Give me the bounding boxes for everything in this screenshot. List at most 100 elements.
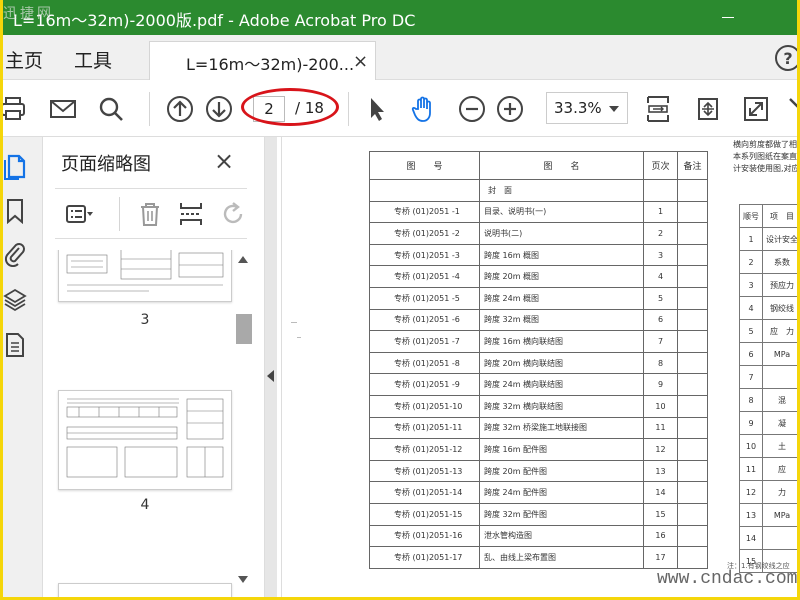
- table-row: 1 设计安全: [739, 227, 797, 251]
- drawing-index-table: 图 号 图 名 页次 备注 封 面专桥 (01)2051 -1 目录、说明书(一)…: [369, 151, 708, 569]
- side-row-no: 10: [739, 434, 763, 458]
- print-icon[interactable]: [3, 94, 29, 124]
- header-drawing-no: 图 号: [369, 151, 480, 180]
- table-row: 2 系数: [739, 250, 797, 274]
- document-tab-close-icon[interactable]: ×: [353, 51, 368, 72]
- row-page: 7: [643, 330, 678, 353]
- header-remarks: 备注: [677, 151, 708, 180]
- left-navigation-rail: [3, 137, 43, 597]
- previous-page-icon[interactable]: [165, 94, 195, 124]
- attachment-icon[interactable]: [3, 240, 27, 268]
- tools-tab[interactable]: 工具: [74, 46, 112, 73]
- email-icon[interactable]: [48, 94, 78, 124]
- row-remark: [677, 524, 708, 548]
- table-row: 4 钢绞线: [739, 296, 797, 320]
- row-drawing-name: 跨度 20m 横向联结图: [479, 351, 644, 375]
- minimize-button[interactable]: [705, 0, 751, 35]
- more-tools-icon[interactable]: [783, 94, 797, 124]
- table-row: 11 应: [739, 457, 797, 481]
- scrollbar-handle[interactable]: [236, 314, 252, 344]
- thumbnail-options-icon[interactable]: [63, 200, 95, 228]
- side-row-item: 应: [762, 457, 797, 481]
- row-drawing-no: 专桥 (01)2051 -6: [369, 308, 480, 332]
- table-row: 封 面: [369, 179, 708, 202]
- row-drawing-no: 专桥 (01)2051-15: [369, 502, 480, 526]
- header-drawing-name: 图 名: [479, 151, 644, 180]
- side-row-item: MPa: [762, 342, 797, 366]
- scrolling-mode-icon[interactable]: [693, 94, 723, 124]
- row-drawing-no: 专桥 (01)2051 -7: [369, 330, 480, 353]
- page-thumbnails-icon[interactable]: [3, 153, 27, 181]
- help-icon[interactable]: ?: [775, 45, 797, 71]
- layers-icon[interactable]: [3, 286, 27, 314]
- document-view[interactable]: 图 号 图 名 页次 备注 封 面专桥 (01)2051 -1 目录、说明书(一)…: [277, 137, 797, 597]
- title-bar: L=16m～32m)-2000版.pdf - Adobe Acrobat Pro…: [3, 0, 797, 35]
- panel-close-icon[interactable]: ×: [214, 147, 234, 175]
- zoom-select[interactable]: 33.3%: [546, 92, 628, 124]
- row-remark: [677, 286, 708, 310]
- row-remark: [677, 308, 708, 332]
- page-thumbnail-3[interactable]: [58, 250, 232, 302]
- table-row: 3 预应力: [739, 273, 797, 297]
- row-page: [643, 179, 678, 202]
- side-row-no: 5: [739, 319, 763, 343]
- row-drawing-no: 专桥 (01)2051 -2: [369, 222, 480, 245]
- row-drawing-name: 跨度 32m 横向联结图: [479, 394, 644, 418]
- row-drawing-no: 专桥 (01)2051 -8: [369, 351, 480, 375]
- delete-page-icon[interactable]: [134, 200, 166, 228]
- row-drawing-name: 跨度 24m 配件图: [479, 481, 644, 504]
- next-page-icon[interactable]: [204, 94, 234, 124]
- row-remark: [677, 394, 708, 418]
- rotate-page-icon[interactable]: [217, 200, 249, 228]
- page-thumbnail-4[interactable]: [58, 390, 232, 490]
- select-cursor-icon[interactable]: [361, 94, 391, 124]
- table-row: 专桥 (01)2051-16 泄水管构造图 16: [369, 524, 708, 548]
- page-edge: [281, 137, 282, 597]
- row-drawing-no: 专桥 (01)2051-17: [369, 546, 480, 569]
- document-tab-label: L=16m～32m)-200...: [186, 55, 355, 74]
- row-drawing-no: 专桥 (01)2051-11: [369, 416, 480, 440]
- side-row-no: 14: [739, 526, 763, 550]
- row-page: 10: [643, 394, 678, 418]
- zoom-in-icon[interactable]: [495, 94, 525, 124]
- row-drawing-name: 跨度 16m 配件图: [479, 438, 644, 461]
- row-remark: [677, 222, 708, 245]
- row-page: 4: [643, 265, 678, 288]
- side-row-item: 力: [762, 480, 797, 504]
- table-row: 14: [739, 526, 797, 550]
- row-drawing-name: 跨度 16m 概图: [479, 243, 644, 267]
- search-icon[interactable]: [96, 94, 126, 124]
- site-watermark: www.cndac.com: [657, 569, 797, 589]
- row-drawing-name: 跨度 24m 概图: [479, 286, 644, 310]
- page-thumbnail-5[interactable]: [58, 583, 232, 597]
- row-page: 3: [643, 243, 678, 267]
- scroll-down-icon[interactable]: [238, 576, 248, 583]
- document-tab[interactable]: L=16m～32m)-200... ×: [149, 41, 376, 81]
- fit-page-icon[interactable]: [643, 94, 673, 124]
- header-pages: 页次: [643, 151, 678, 180]
- bookmark-icon[interactable]: [3, 197, 27, 225]
- side-row-no: 6: [739, 342, 763, 366]
- side-row-item: 预应力: [762, 273, 797, 297]
- zoom-out-icon[interactable]: [457, 94, 487, 124]
- table-row: 专桥 (01)2051 -8 跨度 20m 横向联结图 8: [369, 351, 708, 375]
- row-page: 5: [643, 286, 678, 310]
- row-drawing-name: 目录、说明书(一): [479, 200, 644, 224]
- row-page: 14: [643, 481, 678, 504]
- side-row-item: 凝: [762, 411, 797, 435]
- content-icon[interactable]: [3, 331, 27, 359]
- row-drawing-no: 专桥 (01)2051 -5: [369, 286, 480, 310]
- side-row-no: 2: [739, 250, 763, 274]
- home-tab[interactable]: 主页: [5, 46, 43, 73]
- main-toolbar: 2 / 18 33.3%: [3, 80, 797, 137]
- scroll-up-icon[interactable]: [238, 256, 248, 263]
- full-screen-icon[interactable]: [741, 94, 771, 124]
- panel-collapse-strip[interactable]: [265, 137, 277, 597]
- thumbnail-scrollbar[interactable]: [234, 250, 252, 597]
- side-note-line: 本系列图纸在案直上的: [733, 152, 797, 161]
- insert-page-icon[interactable]: [175, 200, 207, 228]
- row-drawing-no: 专桥 (01)2051 -1: [369, 200, 480, 224]
- hand-tool-icon[interactable]: [409, 94, 439, 124]
- thumbnail-label: 3: [140, 312, 150, 328]
- side-note-line: 横向剪度都做了相应: [733, 140, 797, 149]
